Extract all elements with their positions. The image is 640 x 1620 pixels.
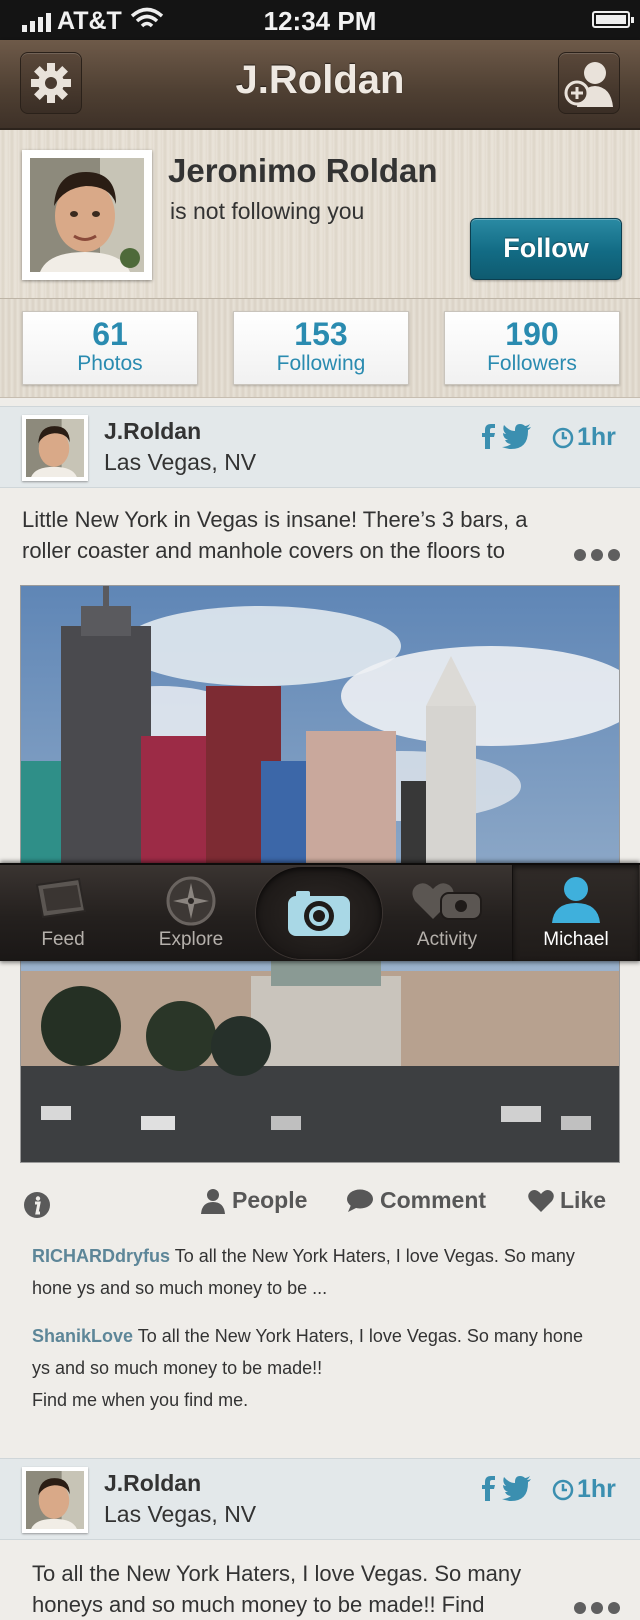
tab-bar: Feed Explore Activity Michael bbox=[0, 863, 640, 961]
comment-label: Comment bbox=[380, 1187, 487, 1213]
stat-following[interactable]: 153 Following bbox=[233, 311, 409, 385]
tab-label: Activity bbox=[416, 929, 478, 950]
heart-icon bbox=[528, 1189, 554, 1212]
like-button[interactable]: Like bbox=[528, 1187, 606, 1214]
clock-icon bbox=[552, 1479, 574, 1500]
battery-icon bbox=[592, 11, 634, 28]
facebook-icon[interactable] bbox=[480, 1475, 496, 1501]
post-time: 1hr bbox=[552, 1475, 616, 1504]
post-location: Las Vegas, NV bbox=[104, 449, 257, 475]
stat-label: Photos bbox=[77, 352, 143, 375]
camera-button[interactable] bbox=[256, 867, 382, 959]
follow-status: is not following you bbox=[170, 198, 365, 224]
people-label: People bbox=[232, 1187, 308, 1213]
people-button[interactable]: People bbox=[200, 1187, 307, 1214]
speech-bubble-icon bbox=[347, 1189, 373, 1212]
more-button[interactable] bbox=[574, 549, 620, 561]
post-time-label: 1hr bbox=[577, 1475, 616, 1503]
post-time-label: 1hr bbox=[577, 423, 616, 451]
twitter-icon[interactable] bbox=[502, 1475, 532, 1501]
settings-button[interactable] bbox=[20, 52, 82, 114]
tab-feed[interactable]: Feed bbox=[0, 865, 126, 961]
tab-label: Explore bbox=[158, 929, 224, 950]
post-username[interactable]: J.Roldan bbox=[104, 1470, 201, 1497]
share-icons bbox=[480, 1475, 532, 1501]
follow-button[interactable]: Follow bbox=[470, 218, 622, 280]
feed-icon bbox=[35, 877, 87, 919]
profile-header: Jeronimo Roldan is not following you Fol… bbox=[0, 130, 640, 299]
stat-photos[interactable]: 61 Photos bbox=[22, 311, 198, 385]
profile-icon bbox=[552, 877, 600, 923]
like-label: Like bbox=[560, 1187, 607, 1213]
comment-button[interactable]: Comment bbox=[346, 1187, 486, 1214]
profile-photo bbox=[22, 150, 152, 280]
post-text: Little New York in Vegas is insane! Ther… bbox=[22, 507, 528, 563]
share-icons bbox=[480, 423, 532, 449]
post-header: J.Roldan Las Vegas, NV 1hr bbox=[0, 1458, 640, 1540]
twitter-icon[interactable] bbox=[502, 423, 532, 449]
avatar[interactable] bbox=[22, 415, 88, 481]
clock-icon bbox=[552, 427, 574, 448]
add-user-button[interactable] bbox=[558, 52, 620, 114]
add-user-icon bbox=[564, 62, 613, 107]
comment-text-line: Find me when you find me. bbox=[32, 1390, 249, 1410]
stat-label: Following bbox=[276, 352, 366, 375]
post-actions: People Comment Like bbox=[0, 1185, 640, 1225]
comment-username[interactable]: ShanikLove bbox=[32, 1326, 133, 1346]
stat-count: 153 bbox=[294, 316, 348, 352]
activity-icon bbox=[412, 883, 482, 920]
tab-profile[interactable]: Michael bbox=[512, 865, 639, 961]
nav-bar: J.Roldan bbox=[0, 40, 640, 130]
tab-label: Michael bbox=[543, 929, 609, 950]
more-button[interactable] bbox=[574, 1602, 620, 1614]
status-time: 12:34 PM bbox=[263, 6, 377, 36]
compass-icon bbox=[166, 876, 216, 926]
post-location: Las Vegas, NV bbox=[104, 1501, 257, 1527]
camera-icon bbox=[288, 891, 350, 936]
comment-item: RICHARDdryfus To all the New York Haters… bbox=[32, 1240, 602, 1304]
avatar-image bbox=[26, 1471, 84, 1529]
comment-username[interactable]: RICHARDdryfus bbox=[32, 1246, 170, 1266]
stat-count: 61 bbox=[92, 316, 128, 352]
post-username[interactable]: J.Roldan bbox=[104, 418, 201, 445]
post-header: J.Roldan Las Vegas, NV 1hr bbox=[0, 406, 640, 488]
avatar[interactable] bbox=[22, 1467, 88, 1533]
stats-bar: 61 Photos 153 Following 190 Followers bbox=[0, 299, 640, 398]
stat-followers[interactable]: 190 Followers bbox=[444, 311, 620, 385]
tab-explore[interactable]: Explore bbox=[128, 865, 254, 961]
post-time: 1hr bbox=[552, 423, 616, 452]
person-icon bbox=[201, 1188, 225, 1214]
stat-count: 190 bbox=[505, 316, 559, 352]
avatar-image bbox=[26, 419, 84, 477]
info-icon[interactable] bbox=[22, 1190, 52, 1220]
profile-photo-image bbox=[30, 158, 144, 272]
post-text: To all the New York Haters, I love Vegas… bbox=[32, 1561, 522, 1617]
status-bar: AT&T 12:34 PM bbox=[0, 0, 640, 40]
comment-item: ShanikLove To all the New York Haters, I… bbox=[32, 1320, 602, 1416]
gear-icon bbox=[31, 63, 71, 103]
page-title: J.Roldan bbox=[235, 58, 405, 102]
profile-name: Jeronimo Roldan bbox=[168, 152, 438, 189]
facebook-icon[interactable] bbox=[480, 423, 496, 449]
stat-label: Followers bbox=[487, 352, 577, 375]
tab-activity[interactable]: Activity bbox=[384, 865, 510, 961]
tab-label: Feed bbox=[41, 929, 85, 950]
